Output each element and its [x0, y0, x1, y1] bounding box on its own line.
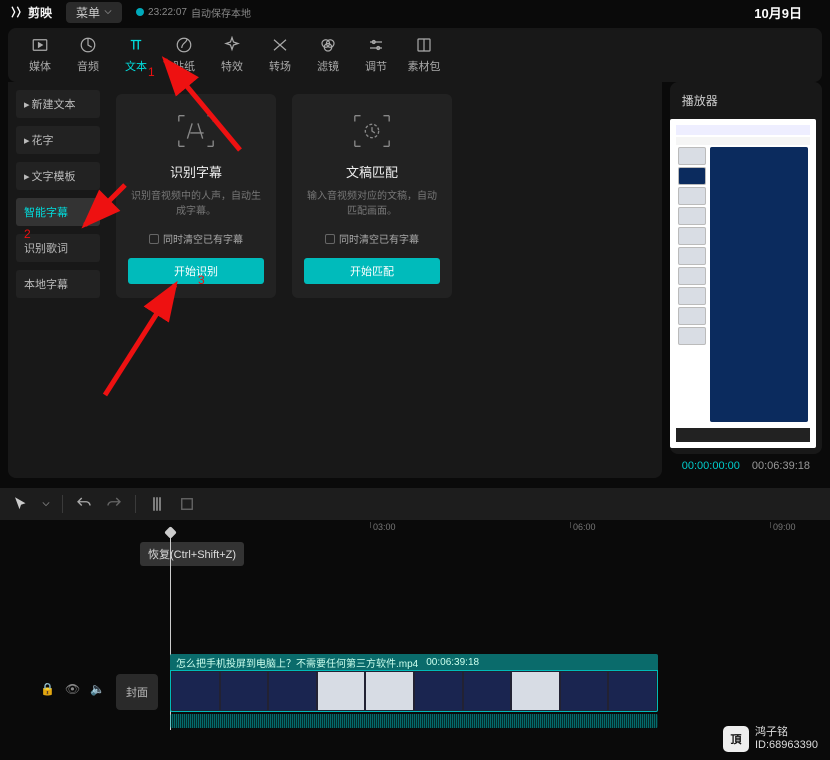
- checkbox-icon: [325, 234, 335, 244]
- match-icon: [351, 110, 393, 152]
- total-time: 00:06:39:18: [752, 460, 810, 472]
- tab-sticker[interactable]: 贴纸: [160, 36, 208, 74]
- chevron-down-icon[interactable]: [42, 500, 50, 508]
- status-dot-icon: [136, 8, 144, 16]
- current-time: 00:00:00:00: [682, 460, 740, 472]
- card-desc: 输入音视频对应的文稿，自动匹配画面。: [304, 189, 440, 219]
- recognize-icon: [175, 110, 217, 152]
- watermark-icon: 頂: [723, 726, 749, 752]
- chevron-down-icon: [104, 8, 112, 16]
- date-label: 10月9日: [754, 3, 802, 22]
- timeline-area[interactable]: 🔒 👁 🔈 封面 怎么把手机投屏到电脑上？不需要任何第三方软件.mp4 00:0…: [0, 650, 830, 760]
- tab-effects[interactable]: 特效: [208, 36, 256, 74]
- filter-icon: [319, 36, 337, 54]
- card-desc: 识别音视频中的人声，自动生成字幕。: [128, 189, 264, 219]
- effects-icon: [223, 36, 241, 54]
- package-icon: [415, 36, 433, 54]
- toggle-visibility-icon[interactable]: 👁: [65, 682, 80, 696]
- autosave-status: 23:22:07 自动保存本地: [136, 5, 251, 20]
- match-script-card: 文稿匹配 输入音视频对应的文稿，自动匹配画面。 同时清空已有字幕 开始匹配: [292, 94, 452, 298]
- video-clip[interactable]: [170, 670, 658, 712]
- lock-track-icon[interactable]: 🔒: [40, 682, 55, 696]
- video-preview[interactable]: [670, 119, 816, 448]
- sidebar-item-fancy-text[interactable]: ▸花字: [16, 126, 100, 154]
- cover-button[interactable]: 封面: [116, 674, 158, 710]
- separator: [135, 495, 136, 513]
- author-watermark: 頂 鸿子铭 ID:68963390: [723, 726, 818, 752]
- time-display: 00:00:00:00 00:06:39:18: [670, 454, 822, 478]
- player-panel: 播放器: [670, 82, 822, 454]
- card-title: 文稿匹配: [346, 162, 398, 181]
- tab-filter[interactable]: 滤镜: [304, 36, 352, 74]
- sidebar-item-local-subtitle[interactable]: 本地字幕: [16, 270, 100, 298]
- ruler-tick: 03:00: [370, 522, 396, 528]
- ruler-tick: 09:00: [770, 522, 796, 528]
- tab-audio[interactable]: 音频: [64, 36, 112, 74]
- selection-tool[interactable]: [12, 495, 30, 513]
- card-title: 识别字幕: [170, 162, 222, 181]
- player-title: 播放器: [670, 82, 822, 119]
- clip-header[interactable]: 怎么把手机投屏到电脑上？不需要任何第三方软件.mp4 00:06:39:18: [170, 654, 658, 670]
- sidebar-item-new-text[interactable]: ▸新建文本: [16, 90, 100, 118]
- undo-button[interactable]: [75, 495, 93, 513]
- recognize-subtitle-card: 识别字幕 识别音视频中的人声，自动生成字幕。 同时清空已有字幕 开始识别: [116, 94, 276, 298]
- audio-icon: [79, 36, 97, 54]
- clear-existing-checkbox[interactable]: 同时清空已有字幕: [149, 231, 243, 246]
- menu-button[interactable]: 菜单: [66, 2, 122, 23]
- separator: [62, 495, 63, 513]
- tab-media[interactable]: 媒体: [16, 36, 64, 74]
- timeline-toolbar: [0, 488, 830, 520]
- timeline-ruler[interactable]: 03:00 06:00 09:00: [170, 520, 830, 540]
- audio-waveform[interactable]: [170, 714, 658, 728]
- crop-button[interactable]: [178, 495, 196, 513]
- start-recognize-button[interactable]: 开始识别: [128, 258, 264, 284]
- media-tabs: 媒体 音频 文本 贴纸 特效 转场 滤镜 调节 素材包: [8, 28, 822, 82]
- tab-package[interactable]: 素材包: [400, 36, 448, 74]
- app-logo: 剪映: [8, 4, 52, 21]
- checkbox-icon: [149, 234, 159, 244]
- redo-button[interactable]: [105, 495, 123, 513]
- transition-icon: [271, 36, 289, 54]
- text-sidebar: ▸新建文本 ▸花字 ▸文字模板 智能字幕 识别歌词 本地字幕: [8, 82, 108, 478]
- sidebar-item-smart-subtitle[interactable]: 智能字幕: [16, 198, 100, 226]
- split-button[interactable]: [148, 495, 166, 513]
- sticker-icon: [175, 36, 193, 54]
- media-icon: [31, 36, 49, 54]
- tab-adjust[interactable]: 调节: [352, 36, 400, 74]
- ruler-tick: 06:00: [570, 522, 596, 528]
- mute-track-icon[interactable]: 🔈: [90, 682, 105, 696]
- redo-tooltip: 恢复(Ctrl+Shift+Z): [140, 542, 244, 566]
- sidebar-item-text-template[interactable]: ▸文字模板: [16, 162, 100, 190]
- tab-transition[interactable]: 转场: [256, 36, 304, 74]
- tab-text[interactable]: 文本: [112, 36, 160, 74]
- clear-existing-checkbox[interactable]: 同时清空已有字幕: [325, 231, 419, 246]
- text-icon: [127, 36, 145, 54]
- sidebar-item-lyrics[interactable]: 识别歌词: [16, 234, 100, 262]
- start-match-button[interactable]: 开始匹配: [304, 258, 440, 284]
- adjust-icon: [367, 36, 385, 54]
